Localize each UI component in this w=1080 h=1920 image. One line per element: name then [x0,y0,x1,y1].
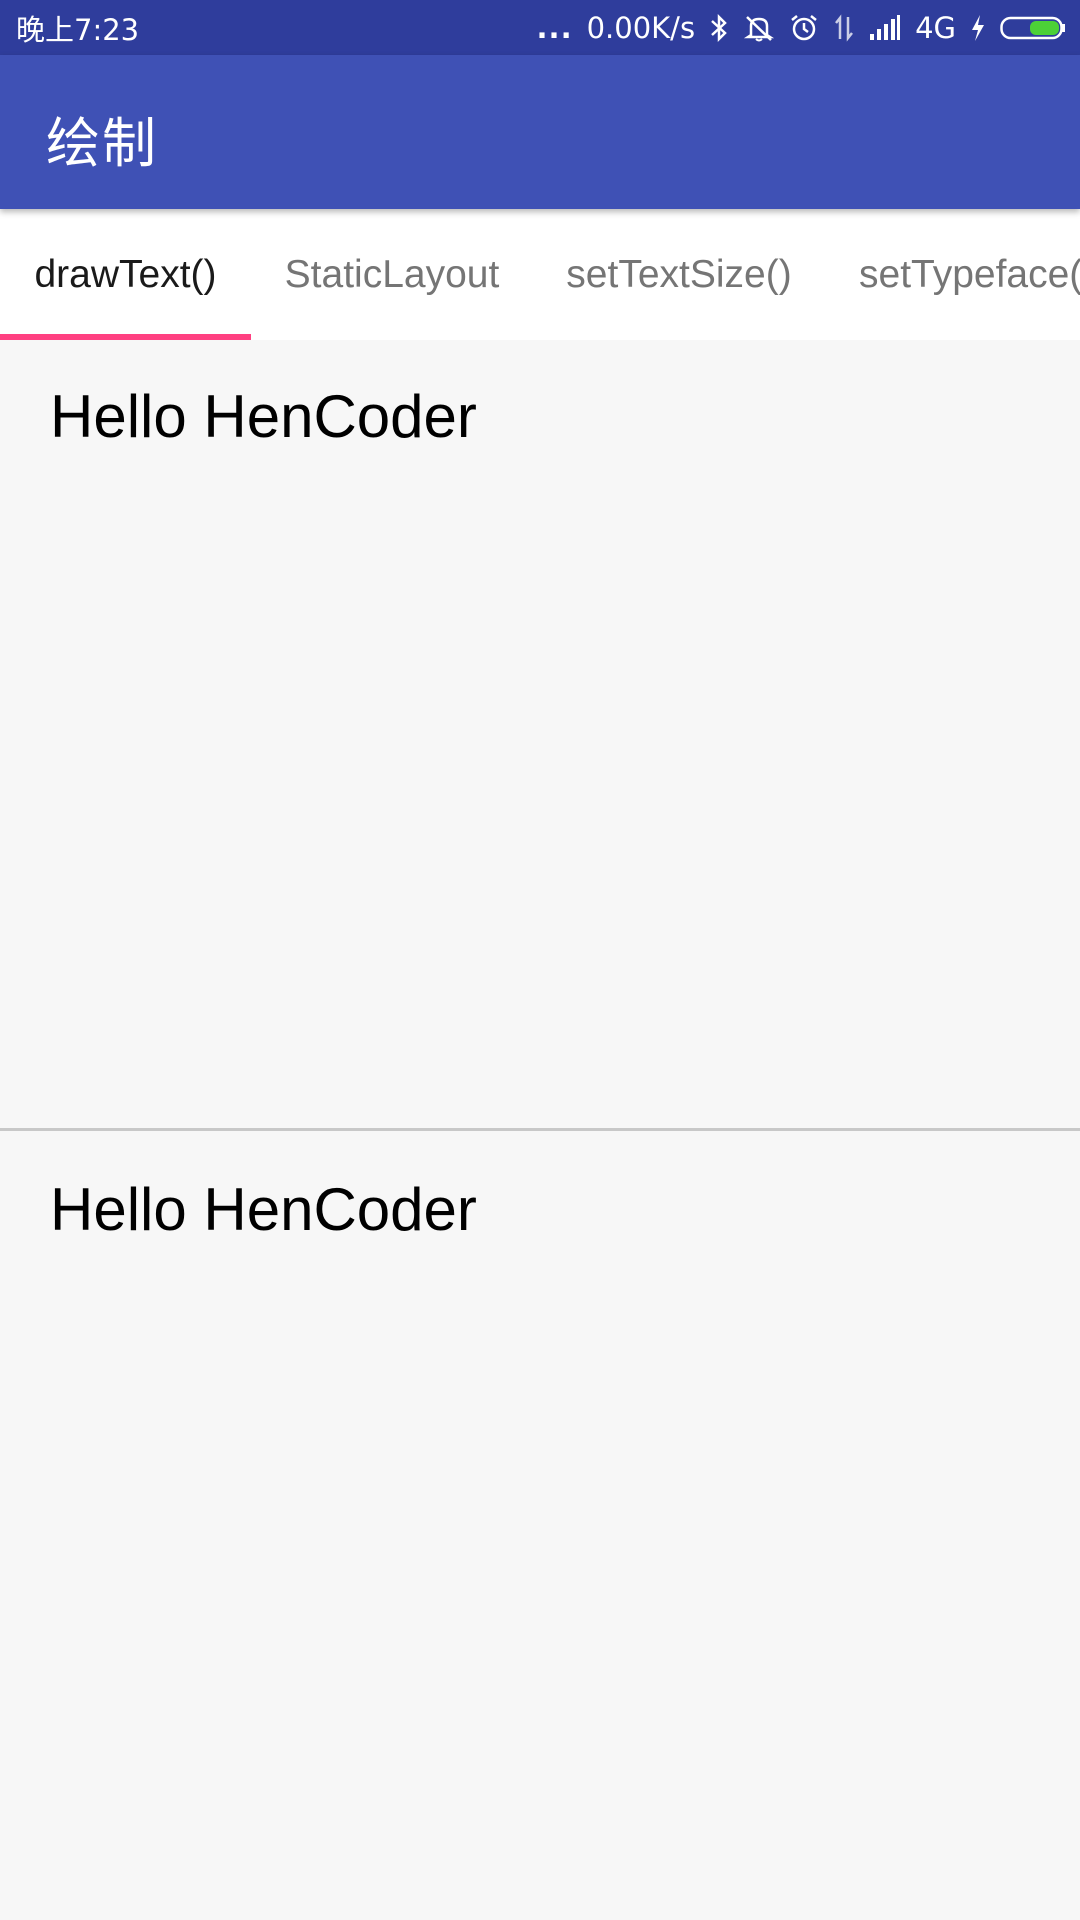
hello-text-bottom: Hello HenCoder [50,1176,477,1243]
tab-bar: drawText() StaticLayout setTextSize() se… [0,209,1080,340]
draw-panel-top: Hello HenCoder [0,340,1080,1128]
app-title: 绘制 [46,112,158,175]
charging-icon [970,13,986,43]
tab-indicator [0,334,251,340]
data-arrows-icon [833,13,855,43]
alarm-icon [789,13,819,43]
draw-panel-bottom: Hello HenCoder [0,1131,1080,1920]
hello-text-top: Hello HenCoder [50,383,477,450]
more-dots: ... [536,10,573,45]
battery-icon [1000,14,1066,42]
net-speed: 0.00K/s [586,10,696,45]
tab-settextsize[interactable]: setTextSize() [548,209,810,340]
status-bar: 晚上7:23 ... 0.00K/s 4G [0,0,1080,55]
tab-drawtext[interactable]: drawText() [0,209,251,340]
mute-icon [743,13,775,43]
bluetooth-icon [709,13,729,43]
tab-staticlayout[interactable]: StaticLayout [260,209,524,340]
tab-settypeface[interactable]: setTypeface() [846,209,1080,340]
status-time: 晚上7:23 [16,12,140,47]
network-type: 4G [915,10,956,45]
app-bar: 绘制 [0,55,1080,209]
status-icons: ... 0.00K/s 4G [537,11,1066,45]
signal-icon [869,14,901,42]
